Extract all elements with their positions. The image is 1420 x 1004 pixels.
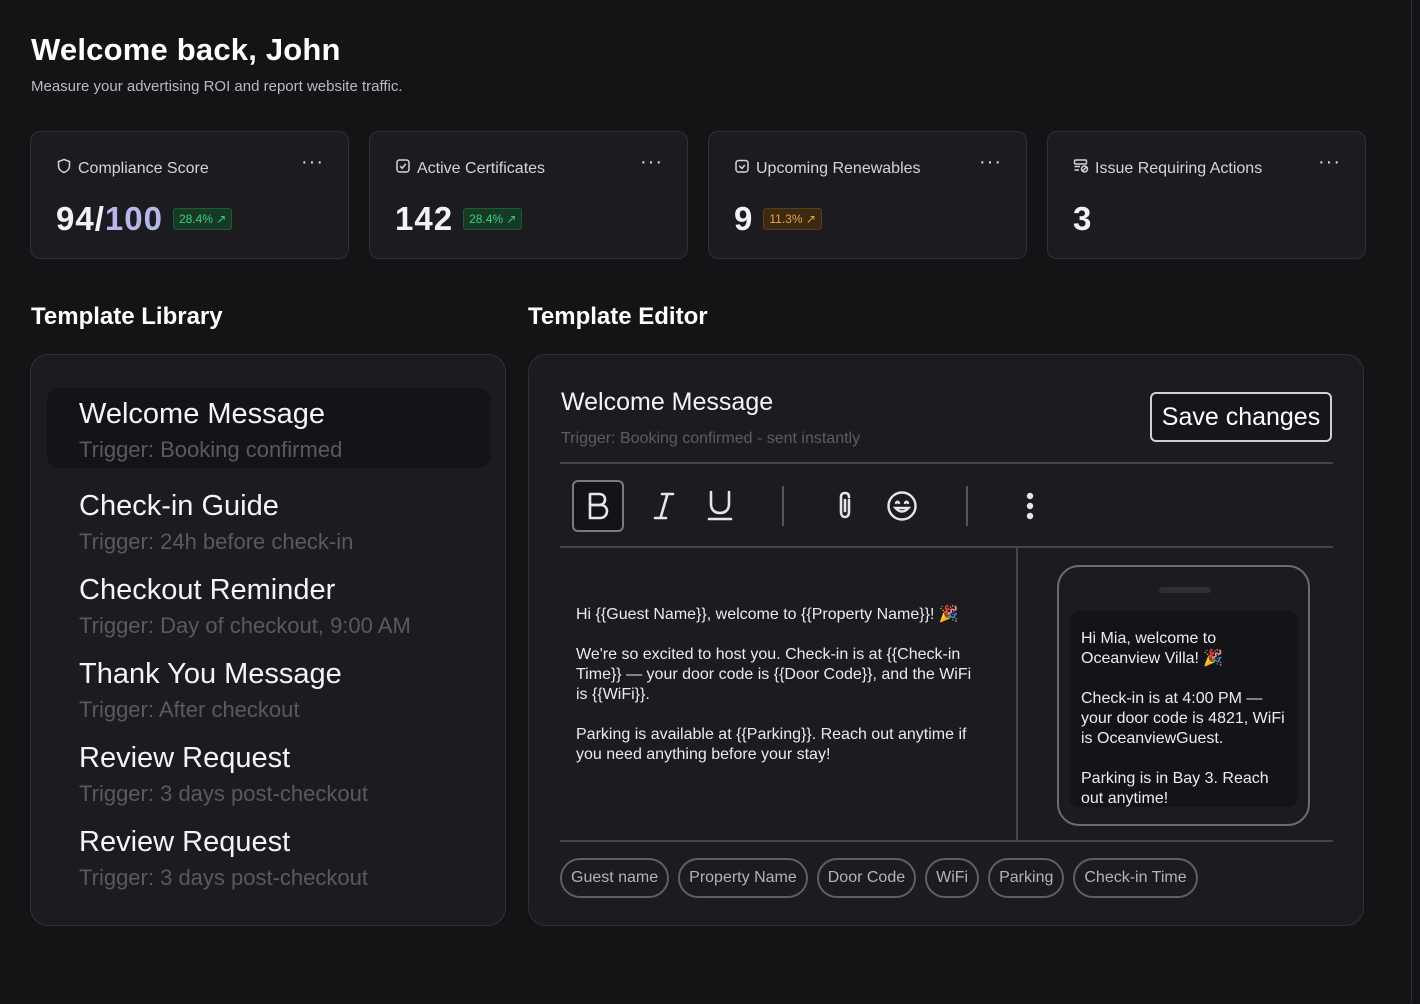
more-vertical-icon[interactable] — [1004, 480, 1056, 532]
template-library: Welcome Message Trigger: Booking confirm… — [30, 354, 506, 926]
calendar-check-icon — [734, 158, 750, 179]
chip-property-name[interactable]: Property Name — [678, 858, 808, 898]
template-item-trigger: Trigger: 3 days post-checkout — [79, 781, 368, 806]
stat-card-certificates: Active Certificates ··· 142 28.4% ↗ — [369, 131, 688, 259]
template-item-title: Checkout Reminder — [79, 574, 336, 606]
attachment-icon[interactable] — [820, 480, 872, 532]
stat-number: 142 — [395, 200, 454, 237]
more-icon[interactable]: ··· — [1318, 152, 1341, 172]
editor-subtitle: Trigger: Booking confirmed - sent instan… — [561, 430, 861, 447]
preview-paragraph: Check-in is at 4:00 PM — your door code … — [1081, 690, 1285, 747]
template-item-title: Check-in Guide — [79, 490, 279, 522]
more-icon[interactable]: ··· — [301, 152, 324, 172]
stat-number: 9 — [734, 200, 754, 237]
stat-number-total: 100 — [104, 200, 163, 237]
stat-value: 9 11.3% ↗ — [734, 200, 822, 238]
format-toolbar — [560, 464, 1333, 548]
save-button[interactable]: Save changes — [1150, 392, 1332, 442]
editor-title: Welcome Message — [561, 388, 774, 416]
divider — [560, 546, 1333, 548]
page-subtitle: Measure your advertising ROI and report … — [31, 78, 403, 95]
trend-badge: 11.3% ↗ — [763, 208, 822, 230]
template-editor-title: Template Editor — [528, 303, 708, 330]
message-body-editor[interactable]: Hi {{Guest Name}}, welcome to {{Property… — [576, 605, 976, 785]
chip-door-code[interactable]: Door Code — [816, 858, 917, 898]
stat-label: Issue Requiring Actions — [1095, 159, 1263, 177]
italic-icon[interactable] — [638, 480, 690, 532]
template-item-checkin[interactable]: Check-in Guide Trigger: 24h before check… — [47, 480, 491, 560]
trend-badge: 28.4% ↗ — [172, 208, 233, 230]
stat-label: Active Certificates — [417, 159, 546, 177]
divider — [560, 840, 1333, 842]
template-item-trigger: Trigger: 24h before check-in — [79, 529, 354, 554]
underline-icon[interactable] — [694, 480, 746, 532]
template-item-title: Welcome Message — [79, 398, 326, 430]
stat-label: Upcoming Renewables — [756, 159, 921, 177]
chip-guest-name[interactable]: Guest name — [560, 858, 670, 898]
stat-card-renewables: Upcoming Renewables ··· 9 11.3% ↗ — [708, 131, 1027, 259]
emoji-icon[interactable] — [876, 480, 928, 532]
message-paragraph: Parking is available at {{Parking}}. Rea… — [576, 726, 967, 763]
stat-label: Compliance Score — [78, 159, 209, 177]
template-editor: Welcome Message Trigger: Booking confirm… — [528, 354, 1364, 926]
more-icon[interactable]: ··· — [640, 152, 663, 172]
template-item-review[interactable]: Review Request Trigger: 3 days post-chec… — [47, 732, 491, 812]
template-item-trigger: Trigger: 3 days post-checkout — [79, 865, 368, 890]
chip-checkin-time[interactable]: Check-in Time — [1073, 858, 1198, 898]
preview-message-bubble: Hi Mia, welcome to Oceanview Villa! 🎉 Ch… — [1069, 611, 1298, 807]
template-item-trigger: Trigger: Booking confirmed — [79, 437, 343, 462]
stack-alert-icon — [1073, 158, 1089, 179]
stat-header: Upcoming Renewables — [734, 158, 921, 179]
stat-header: Compliance Score — [56, 158, 209, 179]
message-paragraph: We're so excited to host you. Check-in i… — [576, 646, 972, 703]
stat-value: 94/100 28.4% ↗ — [56, 200, 233, 238]
phone-preview: Hi Mia, welcome to Oceanview Villa! 🎉 Ch… — [1057, 565, 1310, 826]
stat-value: 142 28.4% ↗ — [395, 200, 523, 238]
template-item-trigger: Trigger: After checkout — [79, 697, 300, 722]
template-item-welcome[interactable]: Welcome Message Trigger: Booking confirm… — [47, 388, 491, 468]
trend-badge: 28.4% ↗ — [463, 208, 523, 230]
stat-header: Active Certificates — [395, 158, 545, 179]
stat-value: 3 — [1073, 200, 1092, 238]
template-item-title: Review Request — [79, 826, 291, 858]
template-item-thankyou[interactable]: Thank You Message Trigger: After checkou… — [47, 648, 491, 728]
stat-card-issues: Issue Requiring Actions ··· 3 — [1047, 131, 1366, 259]
template-item-title: Review Request — [79, 742, 291, 774]
preview-paragraph: Hi Mia, welcome to Oceanview Villa! 🎉 — [1081, 630, 1224, 667]
template-item-trigger: Trigger: Day of checkout, 9:00 AM — [79, 613, 411, 638]
template-item-review-2[interactable]: Review Request Trigger: 3 days post-chec… — [47, 816, 491, 896]
template-library-title: Template Library — [31, 303, 223, 330]
more-icon[interactable]: ··· — [979, 152, 1002, 172]
shield-icon — [56, 158, 72, 179]
template-item-checkout[interactable]: Checkout Reminder Trigger: Day of checko… — [47, 564, 491, 644]
stat-number: 3 — [1073, 200, 1093, 237]
stat-card-compliance: Compliance Score ··· 94/100 28.4% ↗ — [30, 131, 349, 259]
check-square-icon — [395, 158, 411, 179]
bold-icon[interactable] — [572, 480, 624, 532]
page-header: Welcome back, John Measure your advertis… — [31, 32, 403, 95]
variable-chips: Guest name Property Name Door Code WiFi … — [560, 858, 1198, 898]
phone-notch — [1159, 587, 1211, 593]
preview-paragraph: Parking is in Bay 3. Reach out anytime! — [1081, 770, 1269, 807]
page-title: Welcome back, John — [31, 32, 341, 67]
chip-wifi[interactable]: WiFi — [925, 858, 980, 898]
editor-preview-separator — [1016, 548, 1018, 840]
toolbar-separator — [966, 486, 968, 526]
stat-number: 94/ — [56, 200, 105, 237]
stat-header: Issue Requiring Actions — [1073, 158, 1262, 179]
message-paragraph: Hi {{Guest Name}}, welcome to {{Property… — [576, 606, 959, 623]
toolbar-separator — [782, 486, 784, 526]
window-edge — [1410, 0, 1412, 1004]
stats-row: Compliance Score ··· 94/100 28.4% ↗ Acti… — [30, 131, 1366, 259]
template-item-title: Thank You Message — [79, 658, 342, 690]
chip-parking[interactable]: Parking — [988, 858, 1065, 898]
